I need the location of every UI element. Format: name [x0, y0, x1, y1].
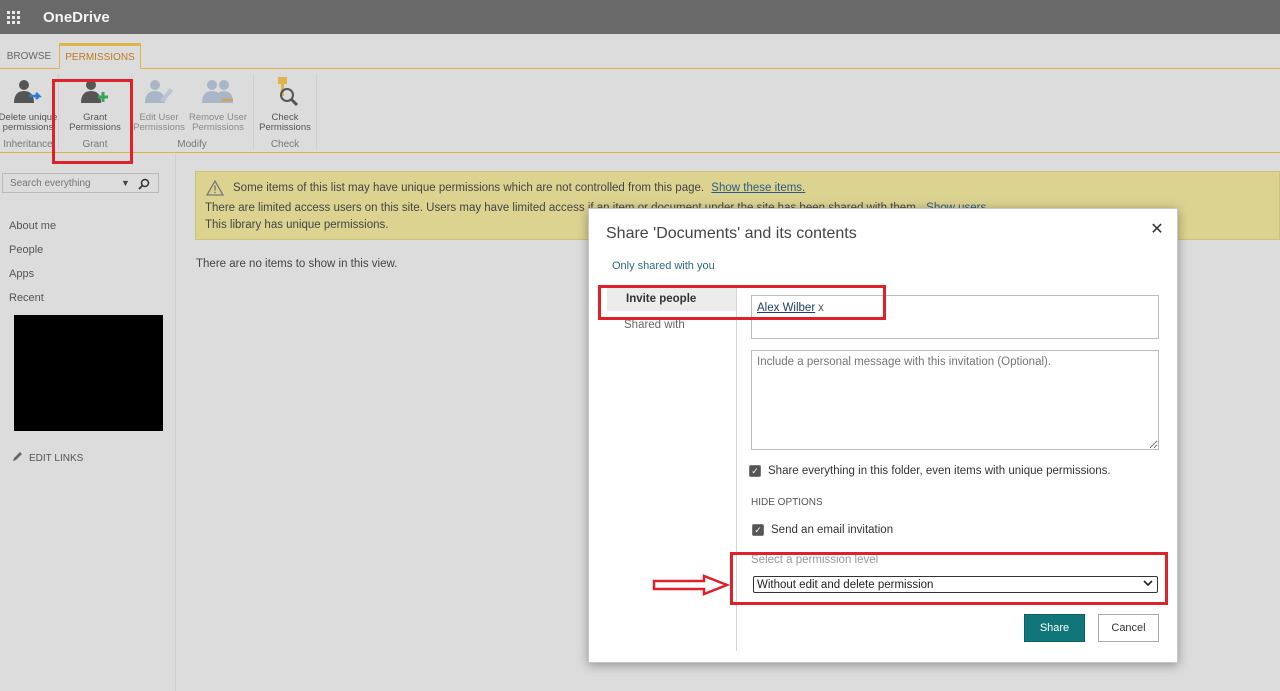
app-launcher-button[interactable]: [0, 0, 26, 34]
delete-permissions-icon: [11, 76, 45, 108]
remove-person-icon[interactable]: x: [818, 302, 824, 314]
share-everything-row: ✓ Share everything in this folder, even …: [749, 465, 1111, 477]
person-token-name[interactable]: Alex Wilber: [757, 302, 815, 314]
close-icon[interactable]: ✕: [1147, 219, 1167, 239]
edit-user-permissions-button[interactable]: Edit User Permissions: [129, 76, 189, 133]
ribbon: Delete unique permissions Inheritance Gr…: [0, 70, 1280, 153]
check-permissions-icon: [268, 76, 302, 108]
empty-view-message: There are no items to show in this view.: [196, 258, 398, 270]
shared-with-link[interactable]: Only shared with you: [612, 260, 715, 272]
search-scope-dropdown-icon[interactable]: ▼: [121, 178, 130, 188]
grant-permissions-button[interactable]: Grant Permissions: [65, 76, 125, 133]
search-box: ▼: [2, 173, 159, 193]
hide-options-link[interactable]: HIDE OPTIONS: [751, 497, 823, 508]
grant-permissions-icon: [78, 76, 112, 108]
edit-links-button[interactable]: EDIT LINKS: [12, 451, 83, 465]
send-email-label: Send an email invitation: [771, 524, 894, 536]
nav-item-apps[interactable]: Apps: [9, 268, 34, 280]
tab-invite-people[interactable]: Invite people: [607, 287, 737, 311]
personal-message-input[interactable]: [751, 350, 1159, 450]
group-label-grant: Grant: [82, 139, 108, 150]
nav-item-recent[interactable]: Recent: [9, 292, 44, 304]
remove-user-permissions-button[interactable]: Remove User Permissions: [188, 76, 248, 133]
ribbon-separator: [58, 74, 59, 150]
pencil-icon: [12, 451, 23, 465]
group-label-inheritance: Inheritance: [3, 139, 53, 150]
banner-text-unique-library: This library has unique permissions.: [205, 219, 389, 231]
dialog-divider: [736, 287, 737, 651]
search-input[interactable]: [3, 177, 115, 189]
ribbon-tabs: BROWSE PERMISSIONS: [0, 40, 1280, 69]
permission-level-value: Without edit and delete permission: [757, 578, 934, 591]
suite-bar: OneDrive: [0, 0, 1280, 34]
show-these-items-link[interactable]: Show these items.: [711, 182, 805, 194]
send-email-checkbox[interactable]: ✓: [752, 524, 764, 536]
ribbon-separator: [316, 74, 317, 150]
tab-shared-with[interactable]: Shared with: [607, 313, 737, 337]
person-token: Alex Wilber x: [757, 302, 824, 314]
tab-permissions[interactable]: PERMISSIONS: [59, 43, 141, 69]
tab-browse[interactable]: BROWSE: [4, 44, 54, 69]
share-everything-checkbox[interactable]: ✓: [749, 465, 761, 477]
delete-unique-permissions-button[interactable]: Delete unique permissions: [0, 76, 58, 133]
people-picker-input[interactable]: Alex Wilber x: [751, 295, 1159, 339]
group-label-modify: Modify: [177, 139, 207, 150]
send-email-row: ✓ Send an email invitation: [752, 524, 893, 536]
share-button[interactable]: Share: [1024, 614, 1085, 642]
check-permissions-button[interactable]: Check Permissions: [255, 76, 315, 133]
nav-item-people[interactable]: People: [9, 244, 43, 256]
permission-level-label: Select a permission level: [751, 554, 879, 566]
waffle-icon: [6, 10, 20, 24]
permission-level-select[interactable]: Without edit and delete permission: [753, 576, 1158, 593]
left-navigation: ▼ About me People Apps Recent EDIT LINKS: [0, 153, 176, 691]
cancel-button[interactable]: Cancel: [1098, 614, 1159, 642]
search-icon[interactable]: [138, 177, 150, 190]
banner-text-unique-items: Some items of this list may have unique …: [233, 182, 705, 194]
app-title[interactable]: OneDrive: [43, 9, 110, 26]
annotation-arrow-icon: [652, 574, 730, 596]
nav-item-about-me[interactable]: About me: [9, 220, 56, 232]
share-everything-label: Share everything in this folder, even it…: [768, 465, 1111, 477]
warning-icon: [205, 179, 225, 196]
chevron-down-icon: [1143, 578, 1153, 591]
edit-user-icon: [142, 76, 176, 108]
ribbon-separator: [253, 74, 254, 150]
dialog-title: Share 'Documents' and its contents: [606, 225, 857, 242]
remove-user-icon: [201, 76, 235, 108]
redacted-area: [14, 315, 163, 431]
group-label-check: Check: [270, 139, 300, 150]
